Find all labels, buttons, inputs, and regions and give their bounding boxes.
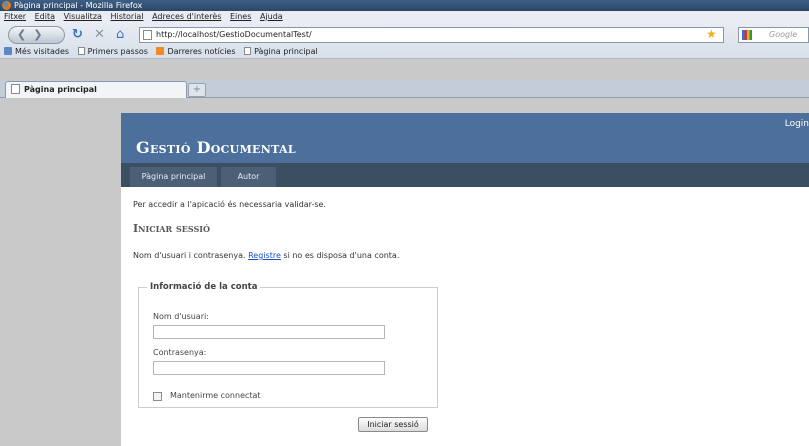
bookmark-latest-news[interactable]: Darreres notícies [156,45,236,58]
tab-strip: Pàgina principal + [0,80,809,98]
url-bar[interactable]: http://localhost/GestioDocumentalTest/ [139,27,724,43]
remember-me-label: Mantenirme connectat [170,391,261,400]
bookmark-star-icon[interactable]: ★ [706,26,717,42]
back-forward-buttons[interactable]: ❮ ❯ [8,26,65,44]
window-titlebar: Pàgina principal - Mozilla Firefox [0,0,809,11]
menu-edit[interactable]: Edita [35,12,55,21]
site-title: Gestió Documental [136,138,296,157]
site-menu: Pàgina principal Autor [121,163,809,187]
menu-history[interactable]: Historial [110,12,143,21]
page-icon [244,47,252,55]
menu-item-home[interactable]: Pàgina principal [130,167,217,187]
search-placeholder: Google [769,30,798,39]
firefox-logo-icon [2,1,11,10]
forward-arrow-icon[interactable]: ❯ [33,28,42,41]
window-title: Pàgina principal - Mozilla Firefox [14,1,143,10]
page-favicon-icon [143,30,152,40]
menu-help[interactable]: Ajuda [260,12,283,21]
menu-file[interactable]: Fitxer [4,12,26,21]
username-label: Nom d'usuari: [153,312,209,321]
page-heading: Iniciar sessió [133,222,210,235]
page-favicon-icon [11,84,20,94]
login-link[interactable]: Login [785,119,809,129]
intro-text: Per accedir a l'apicació és necessaria v… [133,200,326,209]
stop-icon[interactable]: ✕ [94,26,105,44]
menu-tools[interactable]: Eines [230,12,251,21]
site-header: Login Gestió Documental [121,113,809,163]
back-arrow-icon[interactable]: ❮ [17,28,26,41]
password-field[interactable] [153,361,385,375]
tab-label: Pàgina principal [24,85,97,94]
google-logo-icon[interactable] [742,30,752,40]
password-label: Contrasenya: [153,348,207,357]
register-link[interactable]: Registre [248,251,281,260]
bookmark-home-page[interactable]: Pàgina principal [244,45,318,58]
main-content: Per accedir a l'apicació és necessaria v… [133,200,793,432]
menu-bar: Fitxer Edita Visualitza Historial Adrece… [0,11,809,23]
tab-home[interactable]: Pàgina principal [5,81,187,98]
menu-bookmarks[interactable]: Adreces d'interès [152,12,221,21]
account-fieldset: Informació de la conta Nom d'usuari: Con… [138,282,438,408]
navigation-toolbar: ❮ ❯ ↻ ✕ ⌂ http://localhost/GestioDocumen… [0,23,809,59]
username-field[interactable] [153,325,385,339]
page-icon [77,47,85,55]
bookmark-most-visited[interactable]: Més visitades [4,45,69,58]
new-tab-button[interactable]: + [188,83,206,97]
most-visited-icon [4,47,12,55]
browser-viewport: Login Gestió Documental Pàgina principal… [0,99,809,446]
rss-feed-icon [156,47,165,55]
menu-item-author[interactable]: Autor [221,167,276,187]
remember-me-checkbox[interactable] [153,392,162,401]
menu-view[interactable]: Visualitza [64,12,102,21]
fieldset-legend: Informació de la conta [150,282,258,292]
login-hint: Nom d'usuari i contrasenya. Registre si … [133,251,400,260]
reload-icon[interactable]: ↻ [72,26,83,44]
url-text: http://localhost/GestioDocumentalTest/ [156,30,312,39]
web-page: Login Gestió Documental Pàgina principal… [121,113,809,446]
bookmark-getting-started[interactable]: Primers passos [77,45,148,58]
search-box[interactable]: Google [738,27,809,43]
home-icon[interactable]: ⌂ [116,26,124,44]
bookmarks-toolbar: Més visitades Primers passos Darreres no… [0,45,809,58]
login-submit-button[interactable]: Iniciar sessió [358,417,428,432]
